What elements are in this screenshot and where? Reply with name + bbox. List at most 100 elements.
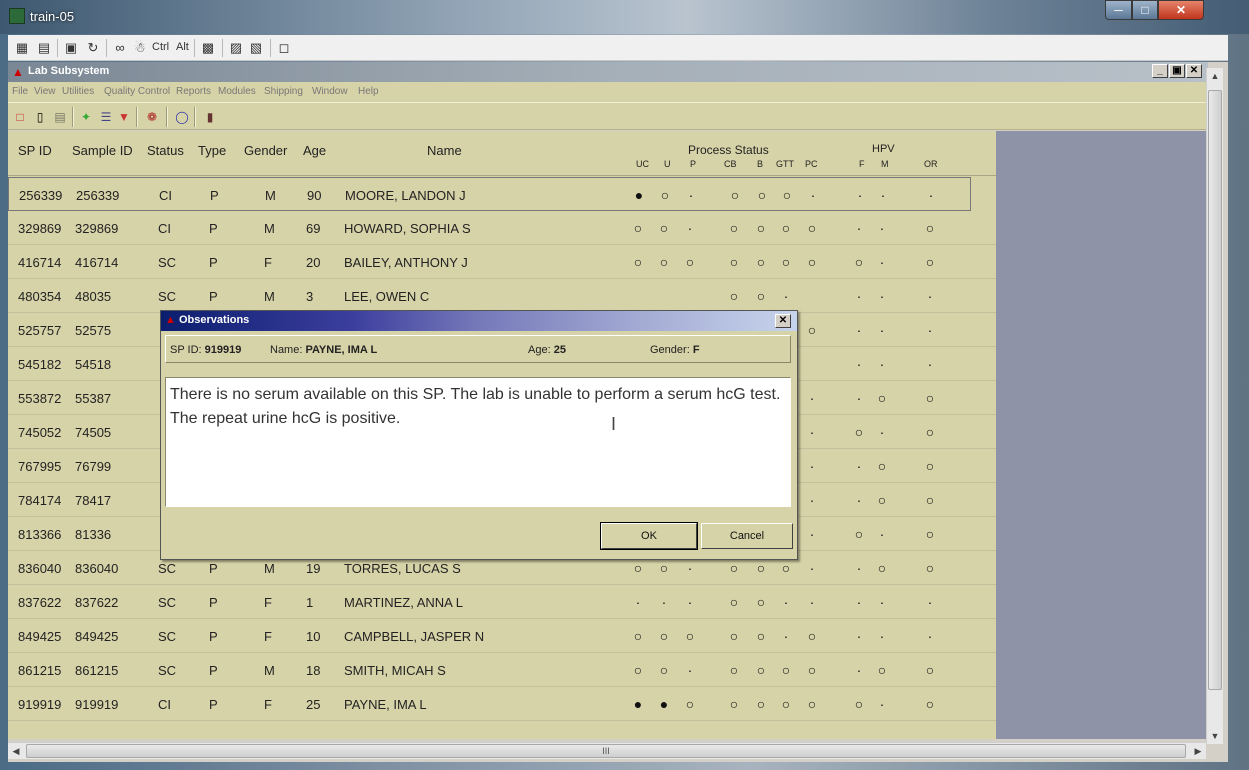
sp-id-label: SP ID: xyxy=(170,344,202,356)
cell-name: BAILEY, ANTHONY J xyxy=(344,255,468,270)
transfer-icon[interactable]: ▨ xyxy=(228,40,244,56)
table-row[interactable]: 849425 849425 SC P F 10 CAMPBELL, JASPER N ○ ○ ○ ○… xyxy=(8,619,996,653)
scroll-down-arrow-icon[interactable]: ▼ xyxy=(1207,728,1223,744)
mdi-minimize-button[interactable]: _ xyxy=(1152,64,1168,78)
status-mark-hpv-m: ○ xyxy=(877,560,887,576)
cell-sp-id: 553872 xyxy=(18,391,62,406)
status-mark-or: ○ xyxy=(925,526,935,542)
menu-reports[interactable]: Reports xyxy=(176,86,211,97)
list-icon[interactable]: ☰ xyxy=(98,109,114,125)
scroll-up-arrow-icon[interactable]: ▲ xyxy=(1207,68,1223,84)
pipette-icon[interactable]: ✦ xyxy=(78,109,94,125)
exit-icon[interactable]: ▮ xyxy=(202,109,218,125)
gender-info: Gender: F xyxy=(650,344,700,356)
glasses-icon[interactable]: ∞ xyxy=(112,40,128,56)
table-row[interactable]: 861215 861215 SC P M 18 SMITH, MICAH S ○ ○ · ○ ○ ○ ○ ·… xyxy=(8,653,996,687)
vertical-scroll-thumb[interactable] xyxy=(1208,90,1222,690)
minimize-button[interactable]: ─ xyxy=(1105,0,1132,20)
scroll-right-arrow-icon[interactable]: ▶ xyxy=(1190,743,1206,759)
clipboard-icon[interactable]: ▩ xyxy=(200,40,216,56)
table-row[interactable]: 837622 837622 SC P F 1 MARTINEZ, ANNA L · · · ○ ○ · ·… xyxy=(8,585,996,619)
status-mark-cb: ○ xyxy=(729,288,739,304)
status-mark-gtt: · xyxy=(783,628,789,644)
header-type[interactable]: Type xyxy=(198,143,226,158)
menu-utilities[interactable]: Utilities xyxy=(62,86,94,97)
table-row[interactable]: 919919 919919 CI P F 25 PAYNE, IMA L ● ● ○ ○ ○ ○ ○ ○ · ○ xyxy=(8,687,996,721)
cell-gender: M xyxy=(264,289,275,304)
status-mark-p: ○ xyxy=(685,696,695,712)
subheader-m: M xyxy=(881,159,889,169)
maximize-button[interactable]: □ xyxy=(1132,0,1158,20)
filter-icon[interactable]: ▼ xyxy=(116,109,132,125)
screen-icon[interactable]: ▣ xyxy=(63,40,79,56)
mdi-restore-button[interactable]: ▣ xyxy=(1169,64,1185,78)
header-gender[interactable]: Gender xyxy=(244,143,287,158)
help-icon[interactable]: ◯ xyxy=(174,109,190,125)
cell-status: CI xyxy=(158,221,171,236)
subheader-gtt: GTT xyxy=(776,159,794,169)
menu-view[interactable]: View xyxy=(34,86,56,97)
subheader-f: F xyxy=(859,159,865,169)
table-row[interactable]: 256339 256339 CI P M 90 MOORE, LANDON J ● ○ · ○ ○ ○ ·… xyxy=(8,177,971,211)
outer-titlebar: train-05 ─ □ ✕ xyxy=(0,0,1249,34)
status-mark-or: · xyxy=(927,322,933,338)
status-mark-u: ○ xyxy=(659,662,669,678)
vertical-scrollbar[interactable]: ▲ ▼ xyxy=(1206,68,1223,744)
new-icon[interactable]: □ xyxy=(12,109,28,125)
cell-sp-id: 784174 xyxy=(18,493,62,508)
table-row[interactable]: 329869 329869 CI P M 69 HOWARD, SOPHIA S ○ ○ · ○ ○ ○… xyxy=(8,211,996,245)
table-row[interactable]: 416714 416714 SC P F 20 BAILEY, ANTHONY J ○ ○ ○ ○ ○… xyxy=(8,245,996,279)
fullscreen-icon[interactable]: ◻ xyxy=(276,40,292,56)
header-sp-id[interactable]: SP ID xyxy=(18,143,52,158)
status-mark-pc: · xyxy=(809,560,815,576)
status-mark-cb: ○ xyxy=(729,220,739,236)
dialog-close-button[interactable]: ✕ xyxy=(775,314,791,328)
document-icon[interactable]: ▯ xyxy=(32,109,48,125)
cell-status: CI xyxy=(158,697,171,712)
menu-shipping[interactable]: Shipping xyxy=(264,86,303,97)
header-age[interactable]: Age xyxy=(303,143,326,158)
subheader-pc: PC xyxy=(805,159,818,169)
info-icon[interactable]: ▤ xyxy=(36,40,52,56)
menu-quality-control[interactable]: Quality Control xyxy=(104,86,170,97)
header-status[interactable]: Status xyxy=(147,143,184,158)
status-mark-u xyxy=(656,288,672,304)
user-icon[interactable]: ☃ xyxy=(132,40,148,56)
inbox-icon[interactable]: ▤ xyxy=(52,109,68,125)
cell-name: MARTINEZ, ANNA L xyxy=(344,595,463,610)
scroll-left-arrow-icon[interactable]: ◀ xyxy=(8,743,24,759)
mdi-close-button[interactable]: ✕ xyxy=(1186,64,1202,78)
status-mark-hpv-m: · xyxy=(880,187,886,203)
refresh-icon[interactable]: ↻ xyxy=(85,40,101,56)
close-button[interactable]: ✕ xyxy=(1158,0,1204,20)
cell-status: SC xyxy=(158,595,177,610)
status-mark-u: ● xyxy=(659,696,669,712)
ok-button[interactable]: OK xyxy=(600,522,698,550)
header-name[interactable]: Name xyxy=(427,143,462,158)
cell-type: P xyxy=(209,663,218,678)
modules-icon[interactable]: ❁ xyxy=(144,109,160,125)
status-mark-cb: ○ xyxy=(729,560,739,576)
header-sample-id[interactable]: Sample ID xyxy=(72,143,133,158)
menu-window[interactable]: Window xyxy=(312,86,348,97)
app-toolbar: □ ▯ ▤ ✦ ☰ ▼ ❁ ◯ ▮ xyxy=(8,102,1208,130)
table-row[interactable]: 480354 48035 SC P M 3 LEE, OWEN C ○ ○ · · · · xyxy=(8,279,996,313)
alt-key[interactable]: Alt xyxy=(176,41,189,53)
menu-help[interactable]: Help xyxy=(358,86,379,97)
properties-icon[interactable]: ▦ xyxy=(14,40,30,56)
horizontal-scroll-thumb[interactable]: III xyxy=(26,744,1186,758)
observation-textarea[interactable]: There is no serum available on this SP. … xyxy=(165,377,791,507)
right-panel xyxy=(996,131,1208,739)
dialog-titlebar[interactable]: ▲ Observations ✕ xyxy=(161,311,797,331)
horizontal-scrollbar[interactable]: ◀ III ▶ xyxy=(8,742,1206,759)
status-mark-u: ○ xyxy=(659,220,669,236)
toolbar-separator xyxy=(194,39,195,57)
menu-file[interactable]: File xyxy=(12,86,28,97)
status-mark-or: ○ xyxy=(925,696,935,712)
cancel-button[interactable]: Cancel xyxy=(701,523,793,549)
toolbar-separator xyxy=(194,107,196,127)
save-icon[interactable]: ▧ xyxy=(248,40,264,56)
menu-modules[interactable]: Modules xyxy=(218,86,256,97)
cell-name: PAYNE, IMA L xyxy=(344,697,427,712)
ctrl-key[interactable]: Ctrl xyxy=(152,41,169,53)
